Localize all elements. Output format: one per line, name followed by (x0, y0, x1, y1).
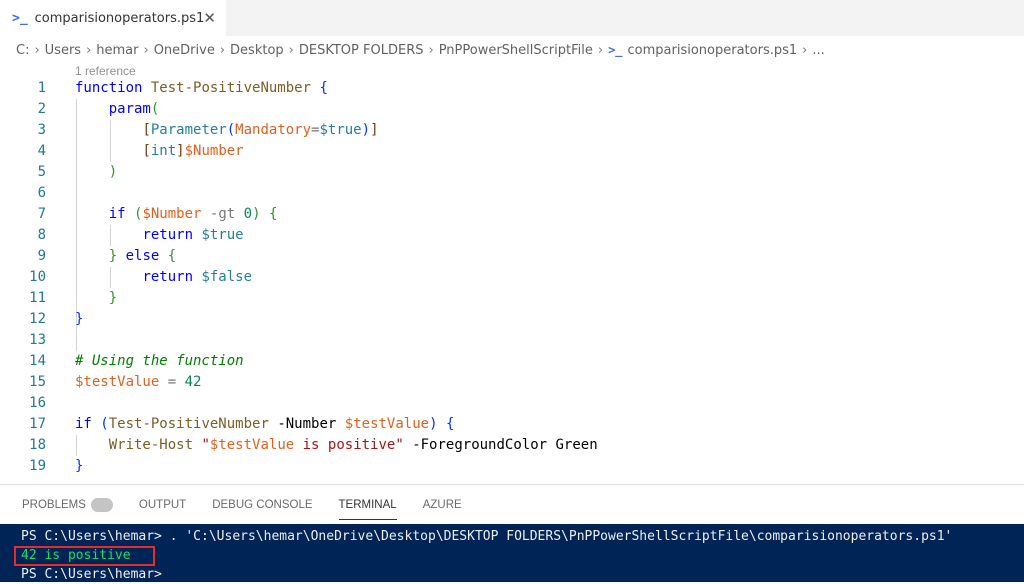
breadcrumb-item-users[interactable]: Users (45, 43, 81, 58)
tab-label: TERMINAL (338, 498, 397, 511)
line-number: 15 (29, 374, 46, 390)
terminal[interactable]: PS C:\Users\hemar> . 'C:\Users\hemar\One… (0, 524, 1024, 582)
chevron-right-icon: › (428, 42, 434, 58)
powershell-file-icon: >_ (12, 10, 28, 26)
breadcrumb: C: › Users › hemar › OneDrive › Desktop … (0, 36, 1024, 64)
code-text: [Parameter(Mandatory=$true)] (142, 122, 379, 138)
chevron-right-icon: › (597, 42, 604, 58)
chevron-right-icon: › (219, 42, 226, 58)
code-text: } (75, 458, 84, 474)
line-number: 13 (29, 332, 46, 348)
line-number: 2 (37, 101, 46, 117)
line-number: 9 (37, 248, 46, 264)
editor-tab-bar: >_ comparisionoperators.ps1 ✕ (0, 0, 1024, 36)
line-number: 3 (37, 122, 46, 138)
line-number: 10 (29, 269, 46, 285)
breadcrumb-item-file[interactable]: comparisionoperators.ps1 (628, 43, 798, 58)
code-text: ) (108, 164, 118, 180)
code-text: return $true (142, 227, 244, 243)
tab-label: OUTPUT (138, 498, 187, 511)
code-text: if ($Number -gt 0) { (108, 206, 278, 222)
tab-azure[interactable]: AZURE (423, 499, 462, 511)
code-text: } (108, 290, 118, 306)
tab-label: AZURE (422, 498, 462, 511)
chevron-right-icon: › (288, 42, 294, 58)
code-text: Write-Host "$testValue is positive" -For… (108, 437, 598, 453)
chevron-right-icon: › (802, 42, 808, 58)
code-text: $testValue = 42 (75, 374, 202, 390)
tab-comparisionoperators[interactable]: >_ comparisionoperators.ps1 ✕ (0, 0, 226, 36)
code-text: param( (108, 101, 160, 117)
breadcrumb-item-pnp-folder[interactable]: PnPPowerShellScriptFile (439, 43, 593, 58)
line-number: 11 (29, 290, 46, 306)
line-number: 8 (37, 227, 46, 243)
problems-count-badge (90, 497, 113, 512)
line-number: 14 (29, 353, 46, 369)
code-text: } (75, 311, 84, 327)
line-number: 17 (29, 416, 46, 432)
breadcrumb-item-onedrive[interactable]: OneDrive (154, 43, 215, 58)
terminal-prompt-line: PS C:\Users\hemar> (21, 567, 162, 582)
breadcrumb-item-desktop[interactable]: Desktop (230, 43, 284, 58)
line-number: 16 (29, 395, 46, 411)
breadcrumb-item-desktop-folders[interactable]: DESKTOP FOLDERS (299, 43, 424, 58)
breadcrumb-item-hemar[interactable]: hemar (96, 43, 138, 58)
code-editor[interactable]: 1 reference 1 function Test-PositiveNumbe… (0, 64, 1024, 480)
code-text: [int]$Number (142, 143, 244, 159)
chevron-right-icon: › (86, 42, 92, 58)
breadcrumb-item-more[interactable]: ... (812, 43, 824, 58)
line-number: 6 (37, 185, 46, 201)
code-text: } else { (108, 248, 177, 264)
code-text: # Using the function (75, 353, 244, 369)
code-text: if (Test-PositiveNumber -Number $testVal… (75, 416, 455, 432)
chevron-right-icon: › (143, 42, 149, 58)
tab-label: DEBUG CONSOLE (212, 498, 313, 511)
code-text: return $false (142, 269, 253, 285)
output-highlight-box (14, 546, 155, 566)
tab-output[interactable]: OUTPUT (139, 499, 186, 511)
chevron-right-icon: › (34, 42, 40, 58)
tab-title: comparisionoperators.ps1 (34, 10, 205, 26)
line-number: 1 (37, 80, 46, 96)
breadcrumb-item-drive[interactable]: C: (16, 43, 29, 58)
panel-tab-bar: PROBLEMS OUTPUT DEBUG CONSOLE TERMINAL A… (0, 484, 1024, 524)
tab-problems[interactable]: PROBLEMS (22, 497, 113, 512)
line-number: 4 (37, 143, 46, 159)
code-text: function Test-PositiveNumber { (75, 80, 328, 96)
tab-debug-console[interactable]: DEBUG CONSOLE (212, 499, 312, 511)
line-number: 7 (37, 206, 46, 222)
line-number: 5 (37, 164, 46, 180)
terminal-command-line: PS C:\Users\hemar> . 'C:\Users\hemar\One… (21, 529, 953, 544)
line-number: 12 (29, 311, 46, 327)
tab-terminal[interactable]: TERMINAL (338, 498, 397, 520)
tab-label: PROBLEMS (22, 498, 86, 511)
line-number: 19 (29, 458, 46, 474)
close-icon[interactable]: ✕ (203, 9, 216, 27)
powershell-file-icon: >_ (608, 43, 623, 57)
codelens-reference[interactable]: 1 reference (75, 64, 136, 78)
line-number: 18 (29, 437, 46, 453)
